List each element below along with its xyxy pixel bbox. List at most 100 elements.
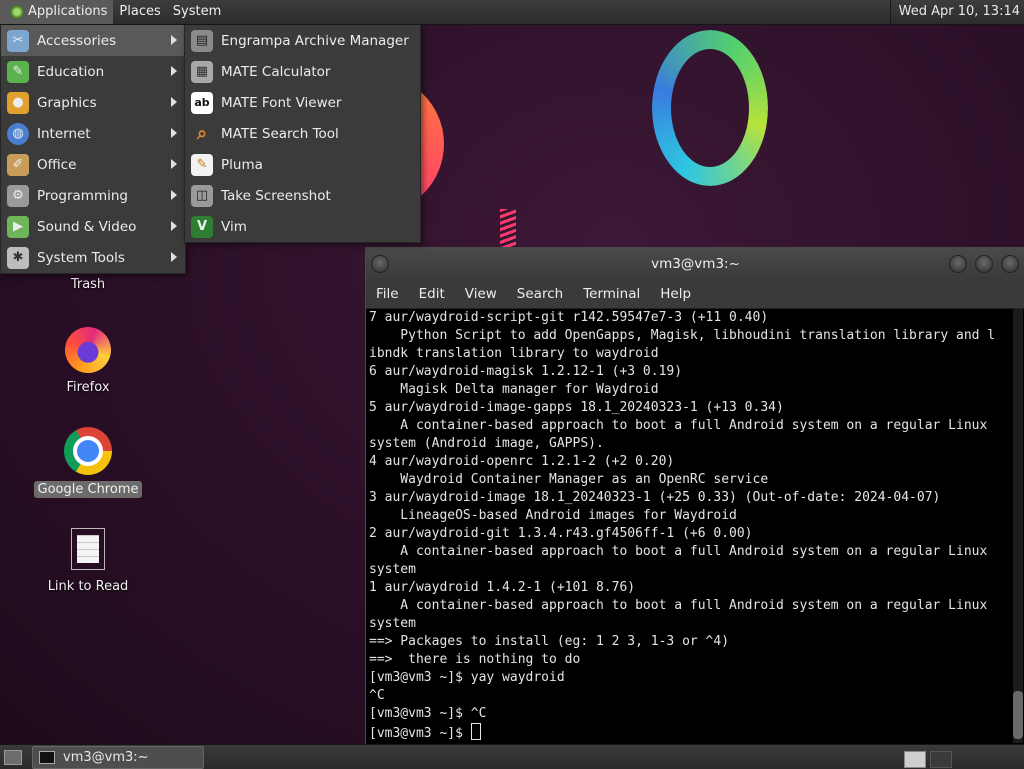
menu-item-label: Education bbox=[37, 63, 105, 80]
menu-item-education[interactable]: ✎ Education bbox=[1, 56, 185, 87]
terminal-line: 7 aur/waydroid-script-git r142.59547e7-3… bbox=[369, 310, 769, 325]
menu-item-label: System Tools bbox=[37, 249, 125, 266]
menu-item-mate-font-viewer[interactable]: ab MATE Font Viewer bbox=[185, 87, 420, 118]
menu-item-system-tools[interactable]: ✱ System Tools bbox=[1, 242, 185, 273]
submenu-arrow-icon bbox=[171, 97, 177, 107]
archive-manager-icon: ▤ bbox=[191, 29, 213, 52]
menu-help[interactable]: Help bbox=[650, 286, 701, 302]
menu-item-label: Internet bbox=[37, 125, 91, 142]
close-icon[interactable] bbox=[1001, 255, 1019, 273]
accessories-submenu: ▤ Engrampa Archive Manager ▦ MATE Calcul… bbox=[184, 24, 421, 243]
places-menu-button[interactable]: Places bbox=[113, 0, 166, 24]
terminal-menubar: File Edit View Search Terminal Help bbox=[366, 280, 1024, 309]
menu-item-office[interactable]: ✐ Office bbox=[1, 149, 185, 180]
menu-view[interactable]: View bbox=[455, 286, 507, 302]
menu-item-mate-calculator[interactable]: ▦ MATE Calculator bbox=[185, 56, 420, 87]
terminal-window[interactable]: vm3@vm3:~ File Edit View Search Terminal… bbox=[365, 247, 1024, 746]
internet-icon: ◍ bbox=[7, 122, 29, 145]
accessories-icon: ✂ bbox=[7, 29, 29, 52]
graphics-icon: ● bbox=[7, 91, 29, 114]
applications-menu-button[interactable]: Applications bbox=[0, 0, 114, 24]
terminal-scrollbar[interactable] bbox=[1013, 309, 1023, 743]
menu-item-internet[interactable]: ◍ Internet bbox=[1, 118, 185, 149]
terminal-line: 6 aur/waydroid-magisk 1.2.12-1 (+3 0.19) bbox=[369, 364, 683, 379]
submenu-arrow-icon bbox=[171, 35, 177, 45]
terminal-line: ==> Packages to install (eg: 1 2 3, 1-3 … bbox=[369, 634, 730, 649]
show-desktop-icon[interactable] bbox=[4, 750, 22, 765]
submenu-arrow-icon bbox=[171, 159, 177, 169]
system-menu-button[interactable]: System bbox=[167, 0, 227, 24]
menu-item-label: Accessories bbox=[37, 32, 117, 49]
terminal-line: 4 aur/waydroid-openrc 1.2.1-2 (+2 0.20) bbox=[369, 454, 675, 469]
taskbar-item-terminal[interactable]: vm3@vm3:~ bbox=[32, 746, 204, 769]
desktop-icon-trash[interactable]: Trash bbox=[33, 276, 143, 293]
menu-item-mate-search-tool[interactable]: ⌕ MATE Search Tool bbox=[185, 118, 420, 149]
applications-menu: ✂ Accessories ✎ Education ● Graphics ◍ I… bbox=[0, 24, 186, 274]
maximize-icon[interactable] bbox=[975, 255, 993, 273]
menu-item-accessories[interactable]: ✂ Accessories bbox=[1, 25, 185, 56]
search-tool-icon: ⌕ bbox=[196, 123, 208, 144]
menu-item-pluma[interactable]: ✎ Pluma bbox=[185, 149, 420, 180]
menu-item-engrampa[interactable]: ▤ Engrampa Archive Manager bbox=[185, 25, 420, 56]
menu-search[interactable]: Search bbox=[507, 286, 573, 302]
terminal-line: 5 aur/waydroid-image-gapps 18.1_20240323… bbox=[369, 400, 784, 415]
office-icon: ✐ bbox=[7, 153, 29, 176]
font-viewer-icon: ab bbox=[191, 91, 213, 114]
distro-logo-icon bbox=[10, 4, 24, 19]
terminal-line: Magisk Delta manager for Waydroid bbox=[369, 382, 659, 397]
menu-edit[interactable]: Edit bbox=[409, 286, 455, 302]
terminal-line: 1 aur/waydroid 1.4.2-1 (+101 8.76) bbox=[369, 580, 636, 595]
terminal-line: system bbox=[369, 616, 416, 631]
menu-item-sound-video[interactable]: ▶ Sound & Video bbox=[1, 211, 185, 242]
system-tools-icon: ✱ bbox=[7, 246, 29, 269]
scrollbar-thumb[interactable] bbox=[1013, 691, 1023, 739]
menu-file[interactable]: File bbox=[366, 286, 409, 302]
terminal-titlebar[interactable]: vm3@vm3:~ bbox=[366, 248, 1024, 280]
menu-item-label: Engrampa Archive Manager bbox=[221, 32, 409, 49]
terminal-line: A container-based approach to boot a ful… bbox=[369, 598, 988, 613]
terminal-output[interactable]: 7 aur/waydroid-script-git r142.59547e7-3… bbox=[369, 309, 1005, 743]
vim-icon: V bbox=[191, 215, 213, 238]
document-icon bbox=[71, 528, 105, 570]
menu-item-take-screenshot[interactable]: ◫ Take Screenshot bbox=[185, 180, 420, 211]
desktop-icon-label: Link to Read bbox=[47, 579, 129, 594]
submenu-arrow-icon bbox=[171, 252, 177, 262]
terminal-line: Waydroid Container Manager as an OpenRC … bbox=[369, 472, 769, 487]
desktop-icon-link-to-read[interactable]: Link to Read bbox=[33, 528, 143, 595]
screenshot-icon: ◫ bbox=[191, 184, 213, 207]
applications-label: Applications bbox=[28, 4, 108, 19]
pluma-icon: ✎ bbox=[191, 153, 213, 176]
terminal-line: A container-based approach to boot a ful… bbox=[369, 418, 988, 433]
calculator-icon: ▦ bbox=[191, 60, 213, 83]
bottom-panel: vm3@vm3:~ bbox=[0, 744, 1024, 769]
education-icon: ✎ bbox=[7, 60, 29, 83]
wallpaper-ring bbox=[652, 30, 768, 186]
workspace-2[interactable] bbox=[930, 751, 952, 768]
window-menu-icon[interactable] bbox=[371, 255, 389, 273]
text-cursor bbox=[470, 723, 481, 740]
top-panel: Applications Places System Wed Apr 10, 1… bbox=[0, 0, 1024, 25]
terminal-line: [vm3@vm3 ~]$ ^C bbox=[369, 706, 487, 721]
submenu-arrow-icon bbox=[171, 190, 177, 200]
menu-item-graphics[interactable]: ● Graphics bbox=[1, 87, 185, 118]
terminal-line: system bbox=[369, 562, 416, 577]
panel-clock[interactable]: Wed Apr 10, 13:14 bbox=[889, 0, 1024, 24]
terminal-line: Python Script to add OpenGapps, Magisk, … bbox=[369, 328, 996, 343]
firefox-icon bbox=[65, 327, 111, 373]
desktop-icon-label: Firefox bbox=[66, 380, 110, 395]
desktop-icon-firefox[interactable]: Firefox bbox=[33, 327, 143, 396]
desktop-icon-label: Trash bbox=[70, 277, 106, 292]
workspace-1[interactable] bbox=[904, 751, 926, 768]
chrome-icon bbox=[64, 427, 112, 475]
menu-terminal[interactable]: Terminal bbox=[573, 286, 650, 302]
terminal-line: ==> there is nothing to do bbox=[369, 652, 581, 667]
menu-item-vim[interactable]: V Vim bbox=[185, 211, 420, 242]
minimize-icon[interactable] bbox=[949, 255, 967, 273]
menu-item-programming[interactable]: ⚙ Programming bbox=[1, 180, 185, 211]
panel-menubar: Applications Places System bbox=[0, 0, 227, 24]
menu-item-label: MATE Font Viewer bbox=[221, 94, 342, 111]
wallpaper-spike bbox=[500, 209, 516, 249]
desktop-icon-google-chrome[interactable]: Google Chrome bbox=[33, 427, 143, 498]
submenu-arrow-icon bbox=[171, 128, 177, 138]
terminal-line: ^C bbox=[369, 688, 385, 703]
